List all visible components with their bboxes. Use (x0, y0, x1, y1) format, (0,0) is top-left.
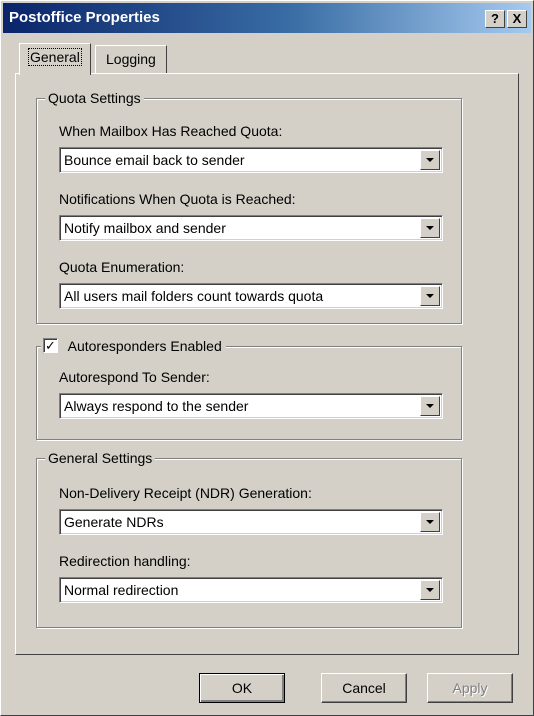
tab-logging[interactable]: Logging (95, 45, 167, 73)
general-tab-panel: Quota Settings When Mailbox Has Reached … (15, 73, 519, 655)
quota-reached-value: Bounce email back to sender (64, 152, 245, 168)
chevron-down-icon[interactable] (420, 286, 440, 306)
ndr-value: Generate NDRs (64, 514, 164, 530)
postoffice-properties-dialog: Postoffice Properties ? X Quota Settings… (0, 0, 534, 716)
quota-settings-legend: Quota Settings (45, 89, 144, 107)
quota-enum-label: Quota Enumeration: (59, 259, 185, 275)
tab-general[interactable]: General (19, 43, 91, 75)
chevron-down-icon[interactable] (420, 218, 440, 238)
general-settings-legend: General Settings (45, 449, 156, 467)
autorespond-sender-value: Always respond to the sender (64, 398, 249, 414)
window-title: Postoffice Properties (9, 9, 160, 26)
quota-reached-select[interactable]: Bounce email back to sender (59, 147, 443, 173)
close-button[interactable]: X (507, 10, 527, 28)
autoresponders-enabled-checkbox[interactable]: ✓ Autoresponders Enabled (41, 337, 226, 357)
chevron-down-icon[interactable] (420, 396, 440, 416)
checkbox-box[interactable]: ✓ (43, 338, 58, 354)
autorespond-sender-select[interactable]: Always respond to the sender (59, 393, 443, 419)
redirection-select[interactable]: Normal redirection (59, 577, 443, 603)
ndr-label: Non-Delivery Receipt (NDR) Generation: (59, 485, 312, 501)
cancel-button[interactable]: Cancel (321, 673, 407, 703)
quota-settings-group: Quota Settings When Mailbox Has Reached … (36, 89, 462, 324)
quota-enum-select[interactable]: All users mail folders count towards quo… (59, 283, 443, 309)
autorespond-sender-label: Autorespond To Sender: (59, 369, 210, 385)
tab-general-label: General (28, 48, 82, 66)
ok-button[interactable]: OK (199, 673, 285, 703)
apply-button[interactable]: Apply (427, 673, 513, 703)
quota-notify-value: Notify mailbox and sender (64, 220, 226, 236)
quota-notify-label: Notifications When Quota is Reached: (59, 191, 296, 207)
redirection-value: Normal redirection (64, 582, 179, 598)
tab-logging-label: Logging (106, 51, 156, 67)
help-button[interactable]: ? (485, 10, 505, 28)
quota-enum-value: All users mail folders count towards quo… (64, 288, 324, 304)
general-settings-group: General Settings Non-Delivery Receipt (N… (36, 449, 462, 628)
quota-notify-select[interactable]: Notify mailbox and sender (59, 215, 443, 241)
title-bar[interactable]: Postoffice Properties ? X (3, 3, 531, 33)
ndr-select[interactable]: Generate NDRs (59, 509, 443, 535)
chevron-down-icon[interactable] (420, 512, 440, 532)
chevron-down-icon[interactable] (420, 150, 440, 170)
autoresponders-enabled-label[interactable]: Autoresponders Enabled (68, 338, 222, 354)
chevron-down-icon[interactable] (420, 580, 440, 600)
quota-reached-label: When Mailbox Has Reached Quota: (59, 123, 283, 139)
autoresponders-group: ✓ Autoresponders Enabled Autorespond To … (36, 337, 462, 440)
redirection-label: Redirection handling: (59, 553, 191, 569)
